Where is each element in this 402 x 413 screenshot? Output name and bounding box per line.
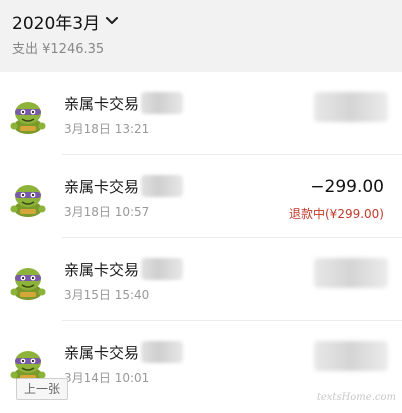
- transaction-time: 3月18日 10:57: [64, 205, 150, 219]
- transaction-title-text: 亲属卡交易: [64, 177, 140, 196]
- transaction-title-text: 亲属卡交易: [64, 94, 140, 113]
- transaction-time: 3月14日 10:01: [64, 371, 150, 385]
- redacted-merchant: [141, 341, 184, 363]
- watermark: textsHome.com: [316, 392, 396, 403]
- transaction-amount: −299.00: [310, 177, 384, 197]
- turtle-avatar-icon: [10, 268, 46, 300]
- redacted-merchant: [141, 258, 184, 280]
- redacted-amount: [314, 258, 388, 288]
- transaction-title-text: 亲属卡交易: [64, 343, 140, 362]
- transaction-row[interactable]: 亲属卡交易 3月15日 15:40: [0, 238, 402, 321]
- turtle-avatar-icon: [10, 185, 46, 217]
- chevron-down-icon: [106, 17, 119, 24]
- transaction-time: 3月15日 15:40: [64, 288, 150, 302]
- redacted-amount: [314, 92, 388, 122]
- redacted-amount: [314, 341, 388, 371]
- month-label: 2020年3月: [12, 13, 101, 34]
- month-selector[interactable]: 2020年3月: [12, 8, 119, 34]
- redacted-merchant: [141, 175, 184, 197]
- transaction-list: 亲属卡交易 3月18日 13:21 亲属卡交易 3月18日 10:57 −299…: [0, 72, 402, 404]
- transaction-title: 亲属卡交易: [64, 258, 184, 280]
- refund-status: 退款中(¥299.00): [289, 207, 384, 221]
- previous-button[interactable]: 上一张: [16, 378, 68, 400]
- header: 2020年3月 支出 ¥1246.35: [0, 0, 402, 72]
- transaction-title: 亲属卡交易: [64, 92, 184, 114]
- redacted-merchant: [141, 92, 184, 114]
- transaction-title-text: 亲属卡交易: [64, 260, 140, 279]
- transaction-title: 亲属卡交易: [64, 175, 184, 197]
- transaction-title: 亲属卡交易: [64, 341, 184, 363]
- transaction-row[interactable]: 亲属卡交易 3月18日 10:57 −299.00 退款中(¥299.00): [0, 155, 402, 238]
- transaction-row[interactable]: 亲属卡交易 3月18日 13:21: [0, 72, 402, 155]
- transaction-time: 3月18日 13:21: [64, 122, 150, 136]
- expense-summary: 支出 ¥1246.35: [12, 42, 105, 57]
- turtle-avatar-icon: [10, 102, 46, 134]
